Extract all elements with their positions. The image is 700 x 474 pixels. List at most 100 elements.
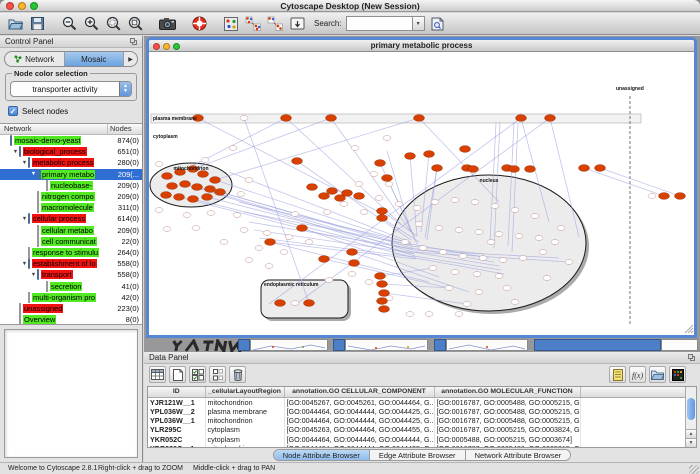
attribute-matrix-icon[interactable] — [669, 366, 686, 383]
table-cell[interactable]: YJR121W__1 — [148, 397, 205, 407]
network-node-unselected[interactable] — [183, 213, 191, 218]
network-node-unselected[interactable] — [515, 234, 523, 239]
network-node-unselected[interactable] — [229, 146, 237, 151]
network-node-selected[interactable] — [405, 153, 416, 160]
scrollbar-thumb[interactable] — [687, 398, 695, 420]
network-node-unselected[interactable] — [265, 264, 273, 269]
network-tree-row[interactable]: cell communicat22(0) — [0, 236, 142, 247]
network-node-selected[interactable] — [379, 306, 390, 313]
network-node-selected[interactable] — [327, 188, 338, 195]
table-row[interactable]: YDR039C__1mitochondrion[GO:0044464, GO:0… — [148, 444, 686, 448]
network-node-selected[interactable] — [210, 177, 221, 184]
network-node-unselected[interactable] — [155, 162, 163, 167]
network-node-selected[interactable] — [167, 183, 178, 190]
network-node-selected[interactable] — [375, 160, 386, 167]
network-tree-row[interactable]: Overview8(0) — [0, 314, 142, 325]
network-node-unselected[interactable] — [431, 200, 439, 205]
tab-network-attribute-browser[interactable]: Network Attribute Browser — [466, 450, 571, 460]
function-builder-icon[interactable]: f(x) — [629, 366, 646, 383]
network-node-unselected[interactable] — [511, 300, 519, 305]
table-cell[interactable]: mitochondrion — [205, 444, 284, 448]
network-tree-row[interactable]: secretion41(0) — [0, 280, 142, 291]
tree-expand-icon[interactable]: ▼ — [21, 216, 28, 222]
network-node-unselected[interactable] — [543, 276, 551, 281]
network-node-selected[interactable] — [319, 256, 330, 263]
network-tree-row[interactable]: response to stimulu264(0) — [0, 247, 142, 258]
import-attributes-icon[interactable] — [649, 366, 666, 383]
network-node-unselected[interactable] — [285, 235, 293, 240]
network-node-unselected[interactable] — [439, 250, 447, 255]
network-node-selected[interactable] — [379, 290, 390, 297]
network-node-selected[interactable] — [188, 196, 199, 203]
network-node-selected[interactable] — [377, 215, 388, 222]
network-tree-row[interactable]: cellular metabo209(0) — [0, 225, 142, 236]
network-tree-row[interactable]: ▼transport558(0) — [0, 269, 142, 280]
network-node-selected[interactable] — [516, 115, 527, 122]
background-window-edge[interactable] — [250, 339, 328, 351]
attribute-table[interactable]: ID_cellularLayoutRegionannotation.GO CEL… — [148, 387, 687, 448]
network-node-selected[interactable] — [326, 115, 337, 122]
network-node-unselected[interactable] — [245, 258, 253, 263]
table-row[interactable]: YPL036W__2plasma membrane[GO:0044464, GO… — [148, 407, 686, 416]
background-window-titlebar[interactable] — [534, 339, 661, 351]
zoom-selected-icon[interactable] — [104, 15, 122, 33]
network-node-unselected[interactable] — [473, 272, 481, 277]
network-node-selected[interactable] — [265, 239, 276, 246]
network-node-unselected[interactable] — [192, 226, 200, 231]
tree-column-network[interactable]: Network — [0, 124, 108, 134]
network-node-unselected[interactable] — [475, 230, 483, 235]
network-node-selected[interactable] — [174, 194, 185, 201]
network-node-selected[interactable] — [354, 193, 365, 200]
scroll-down-icon[interactable]: ▼ — [686, 438, 696, 447]
network-node-unselected[interactable] — [325, 278, 333, 283]
save-icon[interactable] — [28, 15, 46, 33]
network-tree-row[interactable]: ▼establishment of lo558(0) — [0, 258, 142, 269]
network-node-selected[interactable] — [349, 260, 360, 267]
background-window-edge[interactable] — [661, 339, 698, 351]
network-canvas[interactable]: plasma membranecytoplasmmitochondrionend… — [149, 52, 694, 335]
search-index-icon[interactable] — [429, 15, 447, 33]
network-node-unselected[interactable] — [445, 286, 453, 291]
zoom-fit-icon[interactable] — [126, 15, 144, 33]
tree-expand-icon[interactable]: ▼ — [21, 160, 28, 166]
network-node-unselected[interactable] — [291, 301, 299, 306]
network-node-unselected[interactable] — [340, 202, 348, 207]
network-node-selected[interactable] — [275, 300, 286, 307]
network-node-selected[interactable] — [161, 192, 172, 199]
network-node-unselected[interactable] — [451, 198, 459, 203]
tree-expand-icon[interactable]: ▼ — [30, 272, 37, 278]
network-node-selected[interactable] — [347, 249, 358, 256]
network-zoom-button[interactable] — [173, 43, 180, 50]
network-node-unselected[interactable] — [233, 213, 241, 218]
open-folder-icon[interactable] — [6, 15, 24, 33]
network-node-unselected[interactable] — [455, 228, 463, 233]
select-nodes-checkbox[interactable]: ✓ — [8, 106, 18, 116]
network-node-unselected[interactable] — [413, 206, 421, 211]
network-node-selected[interactable] — [525, 166, 536, 173]
network-tree-row[interactable]: nucleobase-209(0) — [0, 180, 142, 191]
network-node-unselected[interactable] — [401, 240, 409, 245]
table-cell[interactable]: YPL036W__2 — [148, 407, 205, 416]
table-cell[interactable]: [GO:0016787, GO:0005488, GO:0005215, G..… — [434, 416, 580, 425]
network-tree-row[interactable]: multi-organism pro42(0) — [0, 292, 142, 303]
table-cell[interactable]: mitochondrion — [205, 397, 284, 407]
network-node-unselected[interactable] — [365, 280, 373, 285]
network-node-unselected[interactable] — [291, 212, 299, 217]
birds-eye-view-panel[interactable] — [4, 329, 138, 458]
network-node-unselected[interactable] — [557, 226, 565, 231]
table-row[interactable]: YJR121W__1mitochondrion[GO:0045267, GO:0… — [148, 397, 686, 407]
network-graph[interactable]: plasma membranecytoplasmmitochondrionend… — [149, 52, 694, 335]
network-node-unselected[interactable] — [240, 228, 248, 233]
table-cell[interactable]: [GO:0016787, GO:0005488, GO:0005215, G..… — [434, 444, 580, 448]
float-panel-icon[interactable] — [130, 38, 138, 46]
network-tree-row[interactable]: ▼cellular process614(0) — [0, 213, 142, 224]
network-node-unselected[interactable] — [155, 208, 163, 213]
network-node-unselected[interactable] — [207, 211, 215, 216]
table-cell[interactable]: cytoplasm — [205, 425, 284, 434]
network-node-selected[interactable] — [579, 165, 590, 172]
search-input[interactable] — [346, 16, 412, 31]
network-node-unselected[interactable] — [487, 240, 495, 245]
network-tree-row[interactable]: ▼primary metabo209(... — [0, 169, 142, 180]
network-node-selected[interactable] — [375, 273, 386, 280]
tab-network[interactable]: Network — [5, 52, 65, 66]
